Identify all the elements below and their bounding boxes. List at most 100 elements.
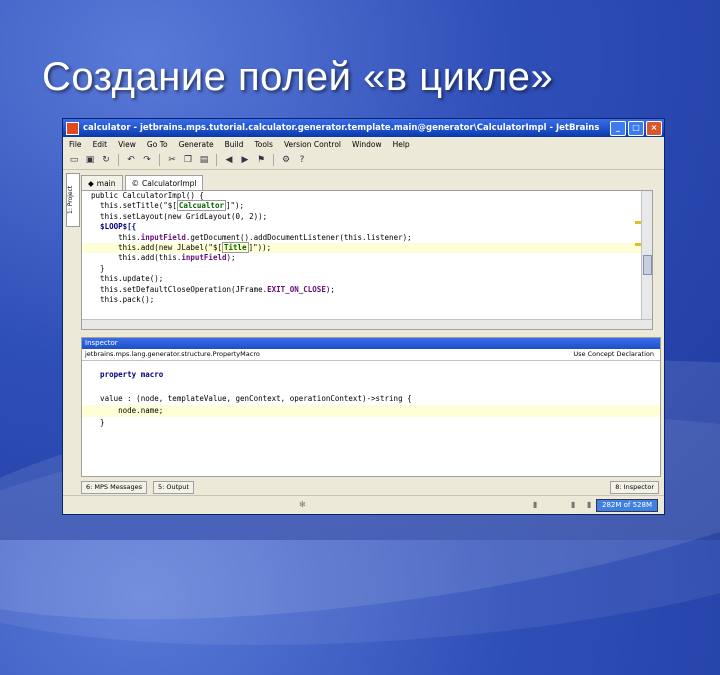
editor-vertical-scrollbar[interactable] bbox=[641, 191, 652, 329]
code-line: this.setTitle("$[Calcualtor]"); bbox=[82, 200, 652, 212]
menu-bar: File Edit View Go To Generate Build Tool… bbox=[63, 137, 664, 151]
code-text: ]")); bbox=[248, 242, 272, 252]
menu-edit[interactable]: Edit bbox=[93, 140, 108, 149]
menu-goto[interactable]: Go To bbox=[147, 140, 168, 149]
menu-version-control[interactable]: Version Control bbox=[284, 140, 341, 149]
code-text: this.pack(); bbox=[82, 294, 155, 304]
code-line: this.setDefaultCloseOperation(JFrame.EXI… bbox=[82, 285, 652, 295]
memory-indicator[interactable]: 282M of 528M bbox=[596, 499, 658, 512]
flag-icon[interactable]: ⚑ bbox=[254, 154, 268, 167]
class-icon: © bbox=[131, 178, 140, 188]
code-line: } bbox=[82, 264, 652, 274]
slide-title: Создание полей «в цикле» bbox=[42, 55, 554, 99]
menu-build[interactable]: Build bbox=[225, 140, 244, 149]
scrollbar-thumb[interactable] bbox=[643, 255, 652, 275]
code-text: ); bbox=[325, 284, 335, 294]
project-tool-tab[interactable]: 1: Project bbox=[66, 173, 80, 227]
cut-icon[interactable]: ✂ bbox=[165, 154, 179, 167]
code-text: this.setLayout(new GridLayout(0, 2)); bbox=[82, 211, 268, 221]
code-line: this.pack(); bbox=[82, 295, 652, 305]
inspector-line: value : (node, templateValue, genContext… bbox=[82, 393, 660, 405]
forward-icon[interactable]: ▶ bbox=[238, 154, 252, 167]
loop-macro[interactable]: $LOOP$[{ bbox=[82, 222, 136, 231]
code-text: .getDocument().addDocumentListener(this.… bbox=[185, 232, 412, 242]
window-titlebar[interactable]: calculator - jetbrains.mps.tutorial.calc… bbox=[63, 119, 664, 137]
field-ref: inputField bbox=[181, 253, 227, 263]
inspector-line: property macro bbox=[82, 369, 660, 381]
status-bar: ✻ ▮ ▮ ▮ 282M of 528M bbox=[63, 495, 664, 514]
macro-type: property macro bbox=[82, 370, 164, 379]
inspector-path: jetbrains.mps.lang.generator.structure.P… bbox=[82, 349, 660, 361]
editor-tabs: ◆ main © CalculatorImpl bbox=[81, 175, 204, 190]
code-line: this.add(this.inputField); bbox=[82, 253, 652, 263]
refresh-icon[interactable]: ↻ bbox=[99, 154, 113, 167]
toolbar-separator bbox=[273, 154, 274, 166]
code-text: this.setDefaultCloseOperation(JFrame. bbox=[82, 284, 268, 294]
maximize-button[interactable]: □ bbox=[628, 121, 644, 136]
menu-window[interactable]: Window bbox=[352, 140, 382, 149]
save-icon[interactable]: ▣ bbox=[83, 154, 97, 167]
inspector-line-highlighted: node.name; bbox=[82, 405, 660, 417]
menu-help[interactable]: Help bbox=[393, 140, 410, 149]
use-concept-declaration-link[interactable]: Use Concept Declaration bbox=[573, 349, 654, 360]
status-icon: ▮ bbox=[533, 500, 538, 509]
paste-icon[interactable]: ▤ bbox=[197, 154, 211, 167]
tab-label: CalculatorImpl bbox=[142, 178, 197, 188]
open-folder-icon[interactable]: ▭ bbox=[67, 154, 81, 167]
inspector-line: } bbox=[82, 417, 660, 429]
status-icon: ▮ bbox=[587, 500, 592, 509]
redo-icon[interactable]: ↷ bbox=[140, 154, 154, 167]
field-ref: EXIT_ON_CLOSE bbox=[267, 284, 326, 294]
left-tool-strip: 1: Project bbox=[65, 173, 80, 353]
close-button[interactable]: × bbox=[646, 121, 662, 136]
menu-file[interactable]: File bbox=[69, 140, 82, 149]
window-title: calculator - jetbrains.mps.tutorial.calc… bbox=[83, 123, 603, 133]
code-text: ]"); bbox=[225, 201, 245, 211]
menu-generate[interactable]: Generate bbox=[179, 140, 214, 149]
code-text: this.add(new JLabel("$[ bbox=[82, 242, 222, 252]
code-text: } bbox=[82, 263, 105, 273]
bottom-tool-tabs: 6: MPS Messages 5: Output 8: Inspector bbox=[81, 480, 659, 494]
output-tab[interactable]: 5: Output bbox=[153, 480, 194, 494]
back-icon[interactable]: ◀ bbox=[222, 154, 236, 167]
inspector-line bbox=[82, 381, 660, 393]
minimize-button[interactable]: _ bbox=[610, 121, 626, 136]
code-text: } bbox=[82, 418, 105, 427]
model-icon: ◆ bbox=[88, 178, 94, 188]
inspector-panel: Inspector jetbrains.mps.lang.generator.s… bbox=[81, 337, 661, 477]
inspector-tab[interactable]: 8: Inspector bbox=[610, 480, 659, 494]
code-text: this.update(); bbox=[82, 274, 164, 284]
inspector-editor[interactable]: property macro value : (node, templateVa… bbox=[82, 361, 660, 429]
code-text: this. bbox=[82, 232, 141, 242]
help-icon[interactable]: ? bbox=[295, 154, 309, 167]
mps-messages-tab[interactable]: 6: MPS Messages bbox=[81, 480, 147, 494]
code-text: node.name; bbox=[82, 406, 164, 415]
code-line: this.setLayout(new GridLayout(0, 2)); bbox=[82, 212, 652, 222]
toolbar-separator bbox=[159, 154, 160, 166]
ide-window: calculator - jetbrains.mps.tutorial.calc… bbox=[62, 118, 665, 515]
code-line: $LOOP$[{ bbox=[82, 222, 652, 232]
settings-icon[interactable]: ⚙ bbox=[279, 154, 293, 167]
code-text: value : (node, templateValue, genContext… bbox=[82, 394, 412, 403]
tab-calculatorimpl[interactable]: © CalculatorImpl bbox=[124, 175, 204, 190]
toolbar-separator bbox=[118, 154, 119, 166]
inspector-concept-path: jetbrains.mps.lang.generator.structure.P… bbox=[85, 350, 260, 358]
menu-view[interactable]: View bbox=[118, 140, 136, 149]
code-editor[interactable]: public CalculatorImpl() { this.setTitle(… bbox=[81, 190, 653, 330]
field-ref: inputField bbox=[140, 232, 186, 242]
toolbar: ▭ ▣ ↻ ↶ ↷ ✂ ❐ ▤ ◀ ▶ ⚑ ⚙ ? bbox=[63, 151, 664, 170]
tab-main[interactable]: ◆ main bbox=[81, 175, 123, 190]
property-macro[interactable]: Calcualtor bbox=[176, 200, 226, 212]
editor-horizontal-scrollbar[interactable] bbox=[82, 319, 652, 329]
inspector-header: Inspector bbox=[82, 338, 660, 349]
code-line: public CalculatorImpl() { bbox=[82, 191, 652, 201]
code-line: this.inputField.getDocument().addDocumen… bbox=[82, 233, 652, 243]
undo-icon[interactable]: ↶ bbox=[124, 154, 138, 167]
code-line: this.update(); bbox=[82, 274, 652, 284]
code-text: this.add(this. bbox=[82, 253, 182, 263]
copy-icon[interactable]: ❐ bbox=[181, 154, 195, 167]
property-macro[interactable]: Title bbox=[221, 241, 249, 253]
menu-tools[interactable]: Tools bbox=[254, 140, 272, 149]
code-text: public CalculatorImpl() { bbox=[82, 191, 204, 200]
code-line-highlighted: this.add(new JLabel("$[Title]")); bbox=[82, 241, 652, 254]
